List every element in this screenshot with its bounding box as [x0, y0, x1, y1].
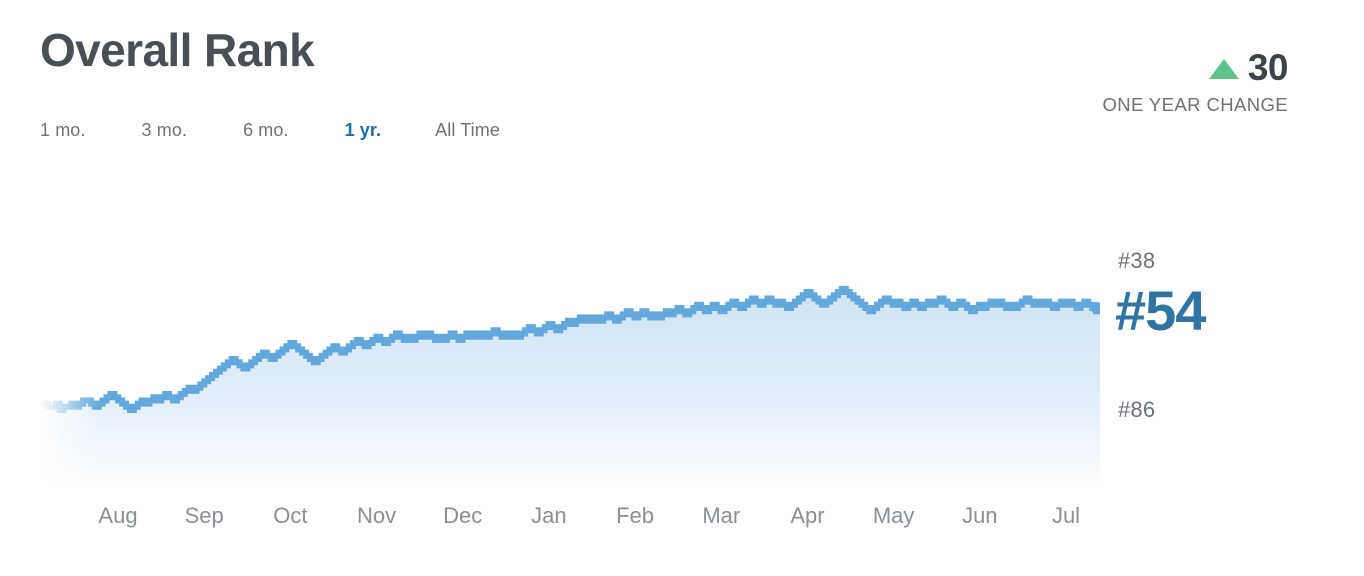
- one-year-change-block: 30 ONE YEAR CHANGE: [1102, 46, 1288, 116]
- range-tab-1-mo[interactable]: 1 mo.: [40, 121, 86, 139]
- rank-chart[interactable]: [40, 200, 1100, 490]
- x-axis-tick-aug: Aug: [98, 503, 138, 528]
- x-axis-tick-mar: Mar: [702, 503, 741, 528]
- rank-chart-card: Overall Rank 1 mo. 3 mo. 6 mo. 1 yr. All Tim…: [0, 0, 1364, 576]
- x-axis-tick-apr: Apr: [790, 503, 825, 528]
- change-value-row: 30: [1102, 46, 1289, 88]
- x-axis-tick-may: May: [872, 503, 915, 528]
- x-axis: Aug Sep Oct Nov Dec Jan Feb Mar Apr May Jun Jul: [40, 505, 1100, 545]
- x-axis-tick-dec: Dec: [443, 503, 483, 528]
- range-tab-all-time[interactable]: All Time: [435, 121, 500, 139]
- x-axis-tick-oct: Oct: [273, 503, 308, 528]
- x-axis-tick-feb: Feb: [616, 503, 655, 528]
- x-axis-tick-nov: Nov: [356, 503, 397, 528]
- x-axis-tick-jun: Jun: [962, 503, 998, 528]
- rank-chart-svg: [40, 200, 1100, 490]
- change-label: ONE YEAR CHANGE: [1102, 94, 1288, 115]
- triangle-up-icon: [1208, 59, 1239, 79]
- left-fade-mask: [40, 200, 98, 490]
- range-tab-6-mo[interactable]: 6 mo.: [243, 121, 289, 139]
- page-title: Overall Rank: [40, 24, 315, 76]
- range-tab-bar: 1 mo. 3 mo. 6 mo. 1 yr. All Time: [40, 116, 500, 144]
- x-axis-tick-jan: Jan: [531, 503, 567, 528]
- range-tab-1-yr[interactable]: 1 yr.: [345, 121, 382, 139]
- range-tab-3-mo[interactable]: 3 mo.: [142, 121, 188, 139]
- x-axis-tick-jul: Jul: [1051, 503, 1081, 528]
- x-axis-tick-sep: Sep: [184, 503, 224, 528]
- rank-current-value: #54: [1115, 279, 1206, 342]
- change-value: 30: [1247, 46, 1289, 88]
- rank-high-label: #38: [1118, 248, 1156, 273]
- rank-low-label: #86: [1118, 397, 1156, 422]
